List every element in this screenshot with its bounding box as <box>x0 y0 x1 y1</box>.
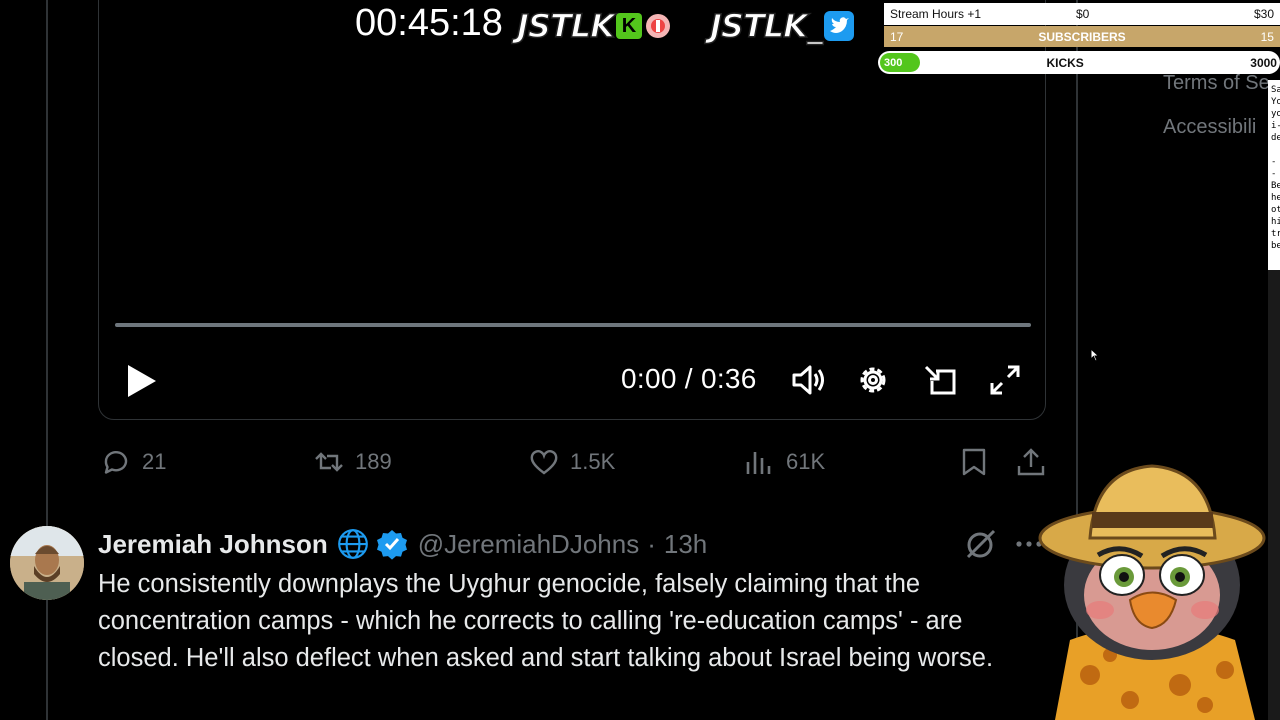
stream-hours-current: $0 <box>1076 7 1090 21</box>
fullscreen-button[interactable] <box>986 361 1024 399</box>
fullscreen-icon <box>990 365 1020 395</box>
play-icon <box>128 365 156 397</box>
kicks-label: KICKS <box>1046 55 1084 70</box>
notepad-line: Sa <box>1271 85 1280 95</box>
repost-action[interactable]: 189 <box>313 446 392 478</box>
globe-icon <box>337 529 368 559</box>
notepad-line: i- <box>1271 121 1280 131</box>
notepad-line: he <box>1271 193 1280 203</box>
tweet-text: He consistently downplays the Uyghur gen… <box>98 570 994 672</box>
repost-count: 189 <box>355 449 392 474</box>
subscribers-target: 15 <box>1260 29 1274 44</box>
twitter-logo-text: JSTLK <box>709 6 808 46</box>
settings-button[interactable] <box>854 361 892 399</box>
reply-count: 21 <box>142 449 167 474</box>
twitter-logo-suffix: _ <box>806 6 824 46</box>
subscribers-current: 17 <box>890 29 904 44</box>
accessibility-link[interactable]: Accessibili <box>1163 116 1256 139</box>
notepad-line: de <box>1271 133 1280 143</box>
stream-hours-target: $30 <box>1253 7 1274 21</box>
bookmark-action[interactable] <box>958 446 990 478</box>
kicks-goal: 300 KICKS 3000 <box>878 51 1280 74</box>
notepad-window: Sa Yo yo i- de -- Be he ot hi tr be <box>1268 80 1280 270</box>
like-count: 1.5K <box>570 449 616 474</box>
kick-icon: K <box>615 13 642 39</box>
volume-icon <box>792 365 824 395</box>
gear-icon <box>860 367 886 393</box>
reply-icon <box>104 451 128 474</box>
author-handle[interactable]: @JeremiahDJohns <box>418 529 639 560</box>
kick-logo: JSTLK K <box>516 6 672 46</box>
pip-button[interactable] <box>922 361 960 399</box>
kicks-target: 3000 <box>1250 55 1277 70</box>
views-action[interactable]: 61K <box>744 446 825 478</box>
meta-separator: · <box>647 528 656 559</box>
views-icon <box>746 452 771 474</box>
volume-button[interactable] <box>788 361 826 399</box>
notepad-line: yo <box>1271 109 1280 119</box>
video-time: 0:00 / 0:36 <box>621 363 757 394</box>
notepad-line: tr <box>1271 229 1280 239</box>
notepad-line: -- <box>1271 157 1277 179</box>
terms-link[interactable]: Terms of Se <box>1163 72 1270 95</box>
notepad-line <box>1271 144 1280 156</box>
heart-icon <box>530 450 558 475</box>
avatar-image <box>10 526 84 600</box>
twitter-logo: JSTLK _ <box>709 6 854 46</box>
kicks-current: 300 <box>880 53 920 72</box>
subscribers-goal: 17 SUBSCRIBERS 15 <box>884 26 1280 47</box>
mascot-penguin <box>1038 464 1266 720</box>
grok-button[interactable] <box>962 527 998 563</box>
kick-logo-text: JSTLK <box>516 6 615 46</box>
reply-action[interactable]: 21 <box>100 446 166 478</box>
tweet-time[interactable]: 13h <box>664 529 707 560</box>
tweet-header: Jeremiah Johnson @JeremiahDJohns · 13h <box>98 526 707 562</box>
mouse-cursor-icon <box>1090 348 1100 362</box>
notepad-line: be <box>1271 241 1280 251</box>
stream-hours-label: Stream Hours +1 <box>890 7 982 21</box>
notepad-line: Yo <box>1271 97 1280 107</box>
avatar[interactable] <box>10 526 84 600</box>
notepad-line: hi <box>1271 217 1280 227</box>
twitter-bird-icon <box>823 11 854 41</box>
subscribers-label: SUBSCRIBERS <box>1038 29 1126 44</box>
video-duration: 0:36 <box>700 363 757 394</box>
bookmark-icon <box>962 448 986 476</box>
author-name[interactable]: Jeremiah Johnson <box>98 529 328 560</box>
notepad-line: ot <box>1271 205 1280 215</box>
verified-badge-icon <box>376 530 407 560</box>
views-count: 61K <box>786 449 826 474</box>
play-button[interactable] <box>124 362 158 400</box>
record-icon <box>645 14 670 38</box>
notepad-line: Be <box>1271 181 1280 191</box>
video-current-time: 0:00 <box>621 363 677 394</box>
grok-icon <box>966 529 996 559</box>
feed-border-left <box>46 0 48 720</box>
stream-timer: 00:45:18 <box>355 2 503 44</box>
repost-icon <box>315 452 343 472</box>
like-action[interactable]: 1.5K <box>528 446 615 478</box>
picture-in-picture-icon <box>924 365 956 395</box>
video-progress-bar[interactable] <box>115 323 1031 327</box>
stream-hours-goal: Stream Hours +1 $0 $30 <box>884 3 1280 25</box>
